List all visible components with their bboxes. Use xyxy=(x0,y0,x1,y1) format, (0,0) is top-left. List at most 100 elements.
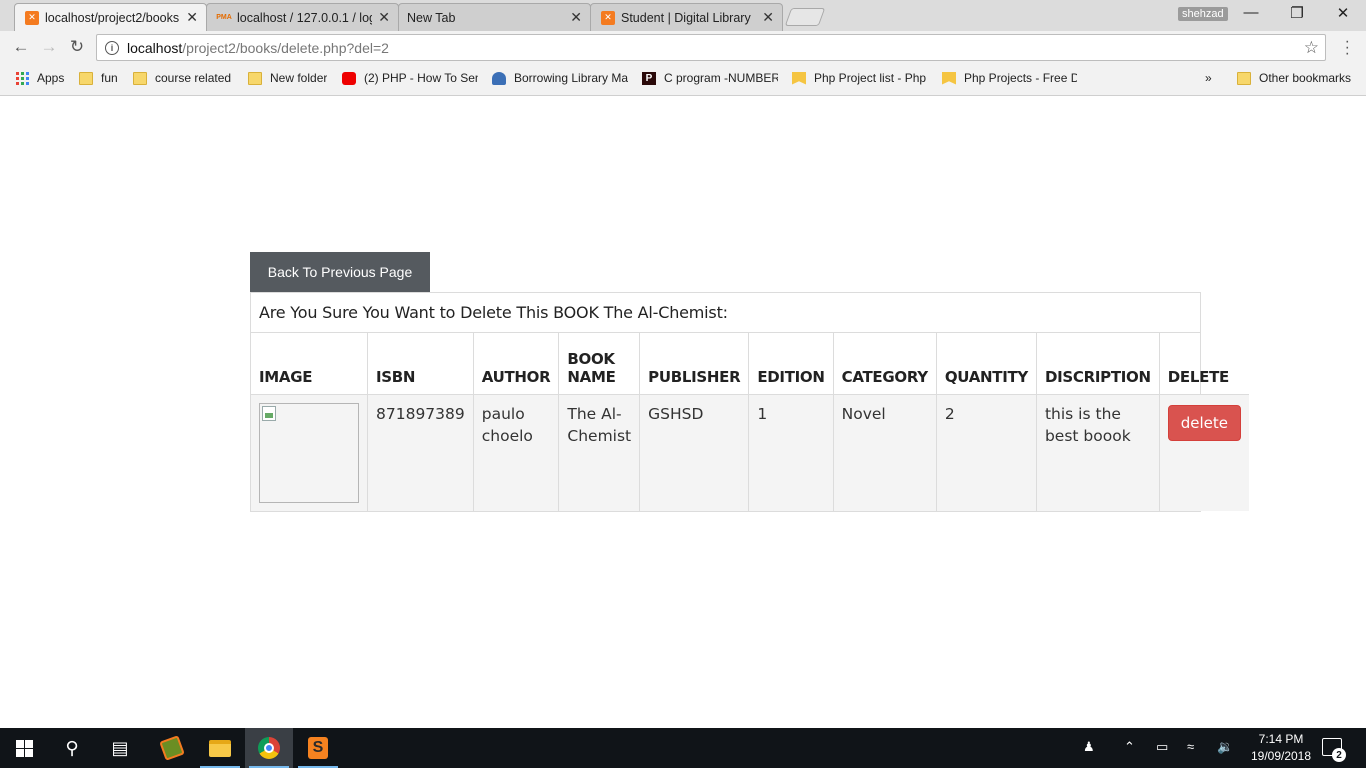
bookmark-php-projects-free[interactable]: Php Projects - Free D xyxy=(942,71,1077,85)
bookmark-php-project-list[interactable]: Php Project list - Php xyxy=(792,71,927,85)
minimize-icon[interactable]: — xyxy=(1239,4,1263,21)
close-icon[interactable]: ✕ xyxy=(186,9,198,26)
folder-icon xyxy=(1237,71,1251,85)
file-explorer-icon[interactable] xyxy=(196,728,244,768)
cell-image xyxy=(251,394,368,511)
folder-icon xyxy=(133,71,147,85)
windows-taskbar: ⚲ ▤ S ♟ ⌃ ▭ ≈ 🔉 7:14 PM 19/09/2018 2 xyxy=(0,728,1366,768)
xampp-taskbar-icon[interactable] xyxy=(148,728,196,768)
other-bookmarks[interactable]: Other bookmarks xyxy=(1237,71,1351,85)
xampp-icon: ✕ xyxy=(601,10,615,25)
restore-icon[interactable]: ❐ xyxy=(1285,4,1309,22)
column-header-book-name: BOOK NAME xyxy=(558,333,641,395)
battery-icon[interactable]: ▭ xyxy=(1156,739,1168,755)
chevron-double-right-icon: » xyxy=(1205,71,1212,85)
chrome-icon xyxy=(258,737,280,759)
tab-title: New Tab xyxy=(407,10,456,25)
bookmark-label: Php Project list - Php xyxy=(814,71,927,85)
delete-confirmation-panel: Are You Sure You Want to Delete This BOO… xyxy=(250,292,1250,512)
task-view-icon[interactable]: ▤ xyxy=(96,728,144,768)
folder-icon xyxy=(209,739,231,757)
cell-category: Novel xyxy=(833,394,937,511)
column-header-delete: DELETE xyxy=(1159,333,1250,395)
bookmark-label: Apps xyxy=(37,71,65,85)
url-host: localhost xyxy=(127,39,183,56)
book-table: IMAGE ISBN AUTHOR BOOK NAME PUBLISHER ED… xyxy=(251,333,1250,511)
bookmark-label: Php Projects - Free D xyxy=(964,71,1077,85)
bookmark-course-related[interactable]: course related xyxy=(133,71,231,85)
bookmark-youtube-php[interactable]: (2) PHP - How To Sen xyxy=(342,71,478,85)
table-row: 871897389 paulo choelo The Al-Chemist GS… xyxy=(251,394,1250,511)
bookmarks-overflow-button[interactable]: » xyxy=(1205,71,1212,85)
sublime-text-taskbar-icon[interactable]: S xyxy=(294,728,342,768)
bookmark-pin-icon xyxy=(792,71,806,85)
tab-new-tab[interactable]: New Tab ✕ xyxy=(398,3,591,31)
cell-description: this is the best boook xyxy=(1036,394,1160,511)
phpmyadmin-icon: PMA xyxy=(216,14,232,21)
close-icon[interactable]: ✕ xyxy=(762,9,774,26)
back-to-previous-page-button[interactable]: Back To Previous Page xyxy=(250,252,430,292)
new-tab-button[interactable] xyxy=(784,8,826,26)
bookmark-pin-icon xyxy=(942,71,956,85)
bookmark-label: fun xyxy=(101,71,118,85)
browser-tab-strip: ✕ localhost/project2/books ✕ PMA localho… xyxy=(0,0,1366,31)
sublime-text-icon: S xyxy=(308,737,328,759)
close-icon[interactable]: ✕ xyxy=(570,9,582,26)
cell-author: paulo choelo xyxy=(473,394,560,511)
back-arrow-icon[interactable]: ← xyxy=(10,37,32,57)
bookmark-label: course related xyxy=(155,71,232,85)
clock-date: 19/09/2018 xyxy=(1250,749,1312,763)
wifi-icon[interactable]: ≈ xyxy=(1187,739,1194,754)
youtube-icon xyxy=(342,71,356,85)
star-icon[interactable]: ☆ xyxy=(1304,38,1319,58)
address-bar[interactable]: i localhost/project2/books/delete.php?de… xyxy=(96,34,1326,61)
profile-name[interactable]: shehzad xyxy=(1178,7,1228,21)
people-icon[interactable]: ♟ xyxy=(1083,739,1095,755)
tab-title: Student | Digital Library xyxy=(621,10,751,25)
column-header-edition: EDITION xyxy=(748,333,834,395)
bookmark-new-folder[interactable]: New folder xyxy=(248,71,327,85)
close-window-icon[interactable]: ✕ xyxy=(1331,4,1355,22)
cell-edition: 1 xyxy=(748,394,834,511)
cell-isbn: 871897389 xyxy=(367,394,474,511)
table-header-row: IMAGE ISBN AUTHOR BOOK NAME PUBLISHER ED… xyxy=(251,333,1250,395)
forward-arrow-icon[interactable]: → xyxy=(38,37,60,57)
delete-button[interactable]: delete xyxy=(1167,404,1242,441)
tab-localhost-books[interactable]: ✕ localhost/project2/books ✕ xyxy=(14,3,207,31)
volume-icon[interactable]: 🔉 xyxy=(1217,739,1233,755)
bookmark-c-program[interactable]: P C program -NUMBER xyxy=(642,71,778,85)
column-header-isbn: ISBN xyxy=(367,333,474,395)
bookmark-label: Other bookmarks xyxy=(1259,71,1352,85)
bookmark-label: Borrowing Library Ma xyxy=(514,71,628,85)
start-button[interactable] xyxy=(0,728,48,768)
notification-count-badge: 2 xyxy=(1332,748,1346,762)
chevron-up-icon[interactable]: ⌃ xyxy=(1124,739,1135,755)
tab-digital-library[interactable]: ✕ Student | Digital Library ✕ xyxy=(590,3,783,31)
bookmark-fun[interactable]: fun xyxy=(79,71,118,85)
tab-title: localhost/project2/books xyxy=(45,10,180,25)
close-icon[interactable]: ✕ xyxy=(378,9,390,26)
taskbar-clock[interactable]: 7:14 PM 19/09/2018 xyxy=(1246,731,1316,765)
bookmark-label: C program -NUMBER xyxy=(664,71,778,85)
cell-quantity: 2 xyxy=(936,394,1037,511)
info-icon[interactable]: i xyxy=(105,40,119,55)
url-path: /project2/books/delete.php?del=2 xyxy=(182,39,389,56)
search-icon[interactable]: ⚲ xyxy=(48,728,96,768)
xampp-icon xyxy=(159,735,185,761)
p-icon: P xyxy=(642,71,656,85)
bookmark-borrowing-library[interactable]: Borrowing Library Ma xyxy=(492,71,628,85)
column-header-description: DISCRIPTION xyxy=(1036,333,1160,395)
tab-phpmyadmin[interactable]: PMA localhost / 127.0.0.1 / log ✕ xyxy=(206,3,399,31)
book-cover-image xyxy=(259,402,359,503)
bookmark-apps[interactable]: Apps xyxy=(16,71,64,85)
bookmark-label: New folder xyxy=(270,71,328,85)
confirmation-heading: Are You Sure You Want to Delete This BOO… xyxy=(251,293,1200,333)
column-header-author: AUTHOR xyxy=(473,333,560,395)
folder-icon xyxy=(248,71,262,85)
column-header-quantity: QUANTITY xyxy=(936,333,1037,395)
folder-icon xyxy=(79,71,93,85)
menu-dots-icon[interactable]: · · · xyxy=(1345,34,1350,62)
chrome-taskbar-icon[interactable] xyxy=(245,728,293,768)
reload-icon[interactable]: ↻ xyxy=(66,37,88,57)
clock-time: 7:14 PM xyxy=(1258,732,1304,746)
